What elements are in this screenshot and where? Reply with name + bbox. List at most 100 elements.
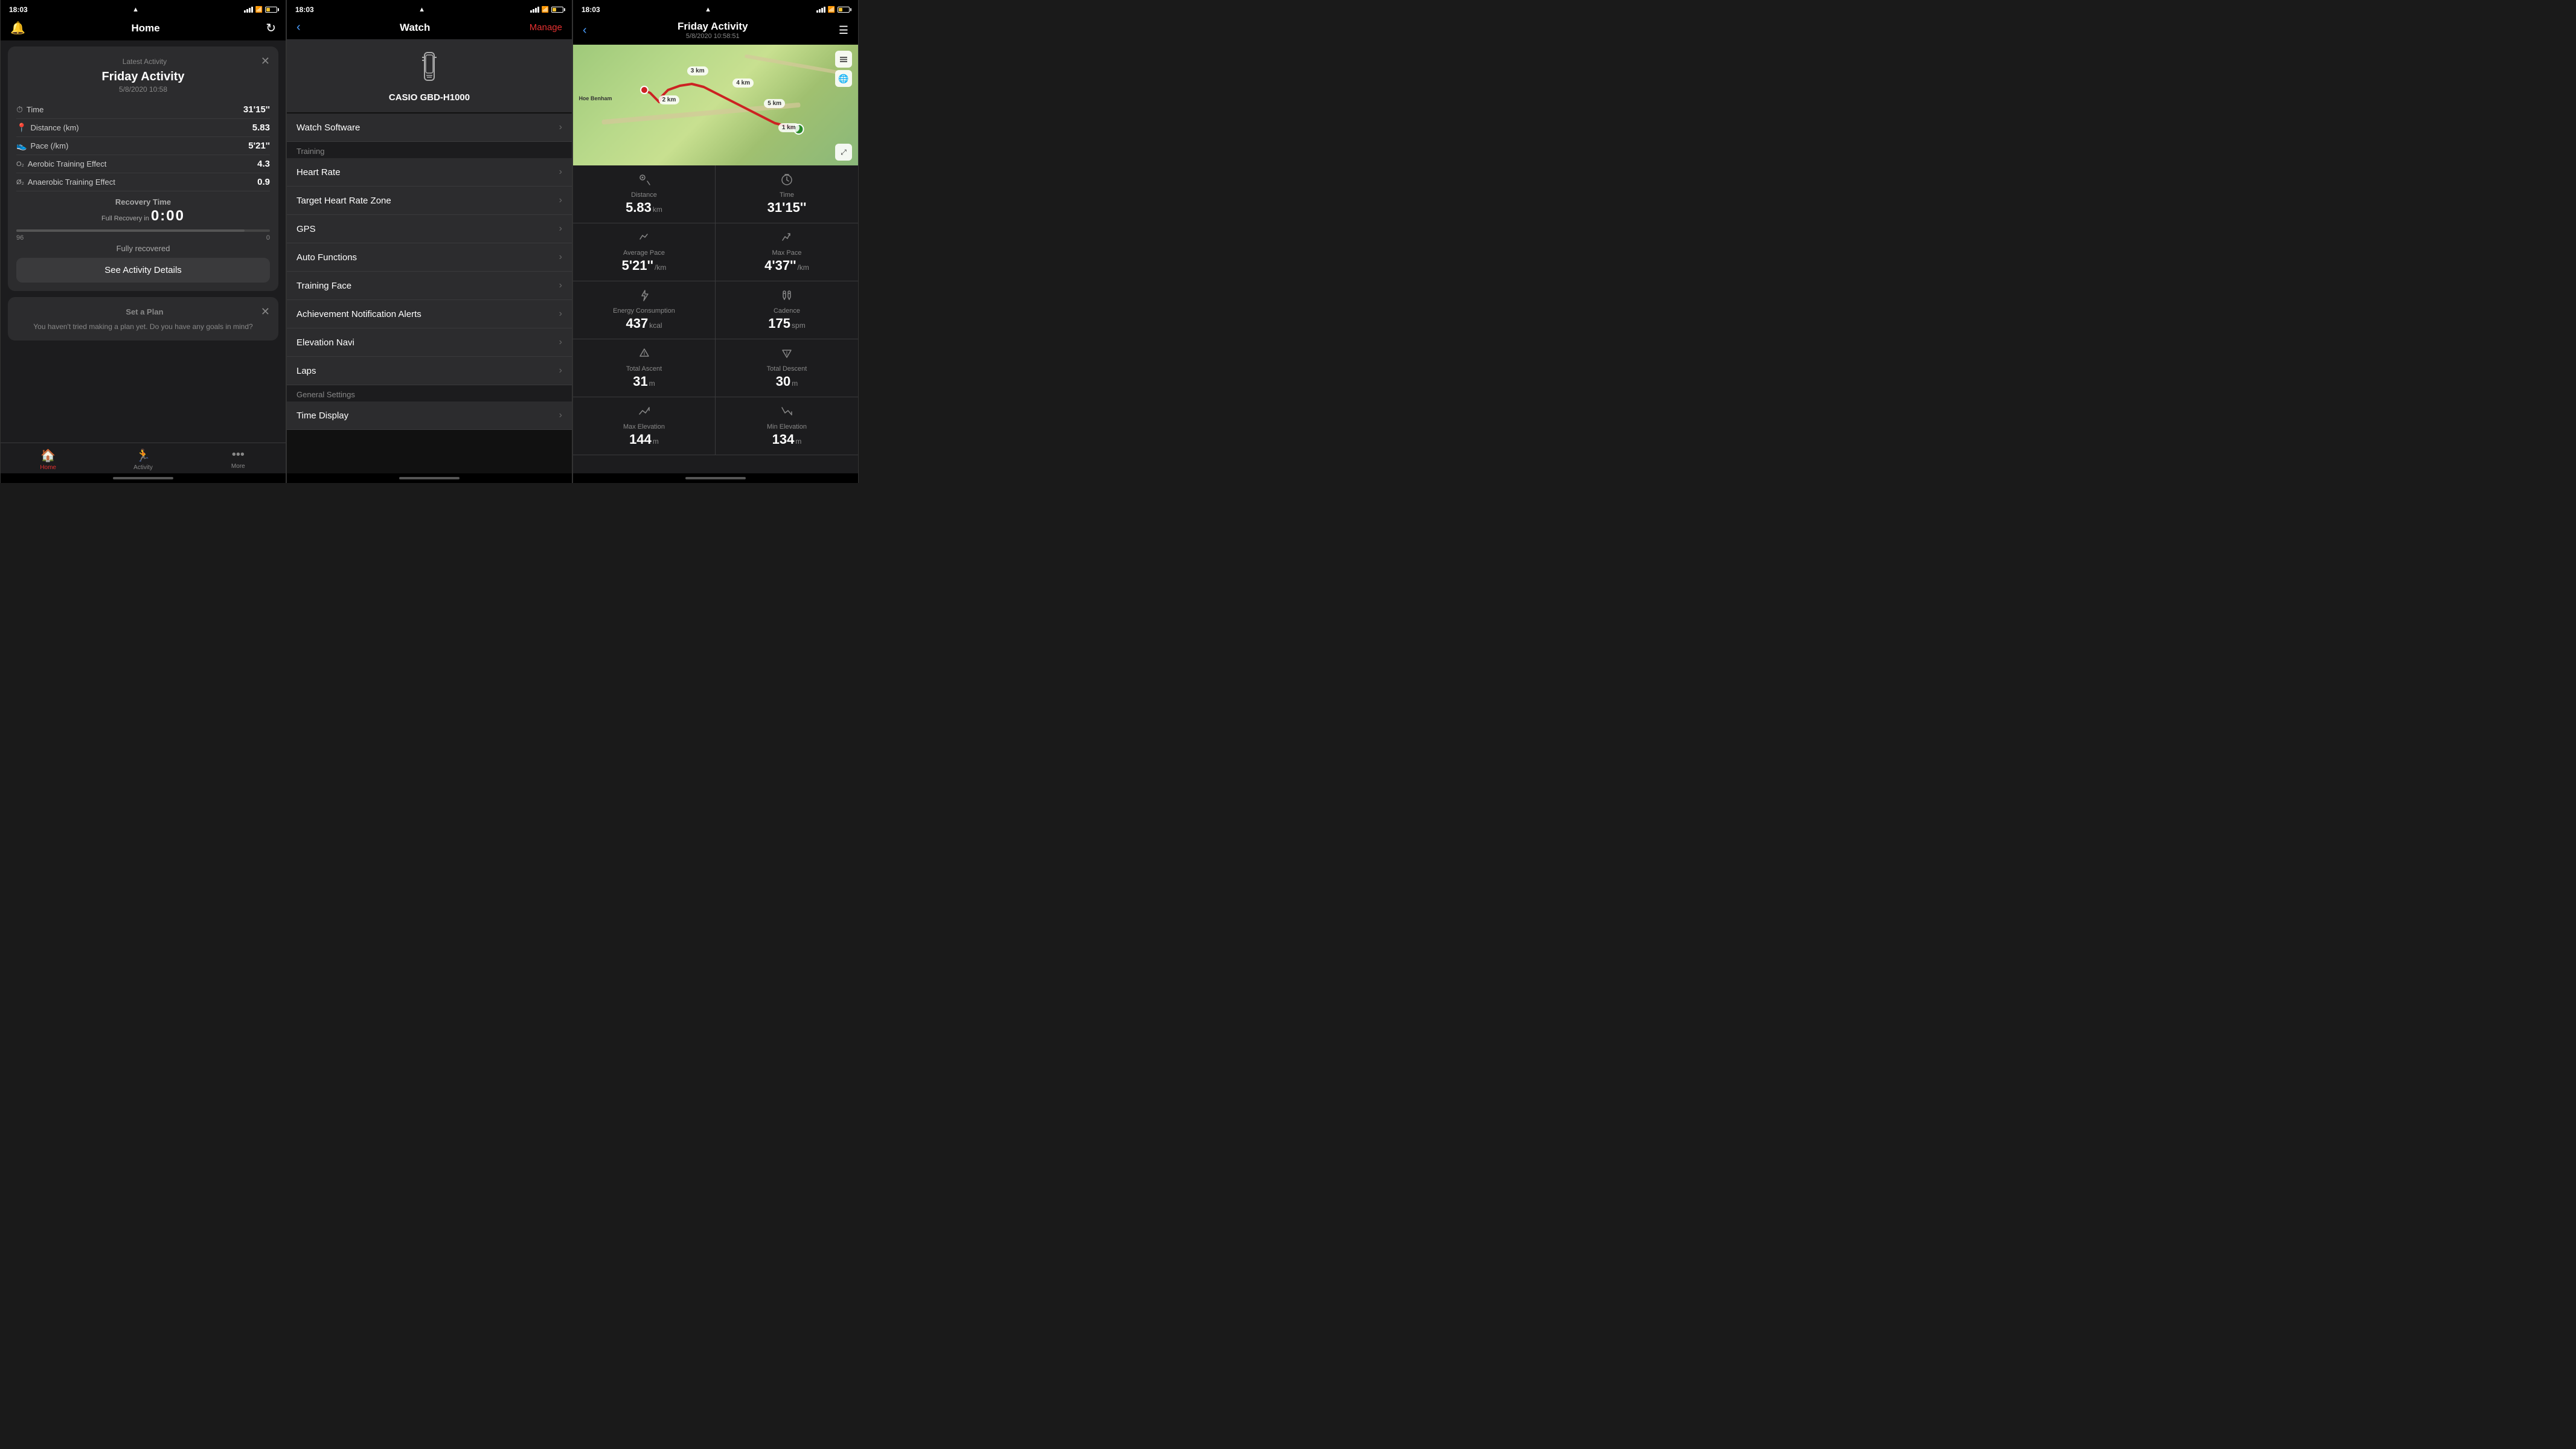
fully-recovered-text: Fully recovered xyxy=(16,244,270,253)
status-icons-2: 📶 xyxy=(530,7,563,13)
signal-bars-1 xyxy=(244,7,253,13)
plan-card-header: Set a Plan ✕ xyxy=(16,305,270,318)
time-cell-icon xyxy=(780,173,793,189)
plan-label: Set a Plan xyxy=(28,307,261,316)
watch-device-icon xyxy=(417,51,441,88)
menu-item-elevation-navi[interactable]: Elevation Navi › xyxy=(287,328,572,357)
stats-row-2: Average Pace 5'21'' /km Max Pace 4'37'' … xyxy=(573,223,858,281)
menu-item-time-display[interactable]: Time Display › xyxy=(287,401,572,430)
stats-row-4: Total Ascent 31 m Total Descent 30 m xyxy=(573,339,858,397)
tab-activity[interactable]: 🏃 Activity xyxy=(95,448,190,471)
menu-label-watch-software: Watch Software xyxy=(296,123,360,133)
chevron-right-icon: › xyxy=(559,122,562,133)
detail-subtitle: 5/8/2020 10:58:51 xyxy=(678,33,748,40)
chevron-right-icon: › xyxy=(559,223,562,234)
plan-card: Set a Plan ✕ You haven't tried making a … xyxy=(8,297,278,341)
km-label-1: 1 km xyxy=(778,123,799,132)
menu-label-target-heart-rate: Target Heart Rate Zone xyxy=(296,196,391,206)
stat-cell-cadence: Cadence 175 spm xyxy=(716,281,858,339)
map-layers-btn[interactable] xyxy=(835,51,852,68)
menu-item-laps[interactable]: Laps › xyxy=(287,357,572,385)
min-elev-cell-icon xyxy=(780,405,793,421)
route-svg xyxy=(573,45,858,165)
energy-cell-icon xyxy=(638,289,651,305)
screens-container: 18:03 ▲ 📶 🔔 Home ↻ xyxy=(0,0,859,483)
detail-title: Friday Activity xyxy=(678,21,748,33)
energy-cell-value: 437 kcal xyxy=(626,316,662,331)
bottom-tab-bar: 🏠 Home 🏃 Activity ••• More xyxy=(1,443,286,473)
stats-row-5: Max Elevation 144 m Min Elevation 134 m xyxy=(573,397,858,455)
map-expand-btn[interactable]: ⤢ xyxy=(835,144,852,161)
chevron-right-icon: › xyxy=(559,410,562,421)
watch-section-general: General Settings xyxy=(287,385,572,401)
see-activity-details-button[interactable]: See Activity Details xyxy=(16,258,270,283)
status-time-3: 18:03 xyxy=(582,5,600,14)
hamburger-menu-icon[interactable]: ☰ xyxy=(839,24,848,37)
watch-title: Watch xyxy=(400,22,430,34)
menu-label-auto-functions: Auto Functions xyxy=(296,252,357,263)
max-elev-cell-icon xyxy=(638,405,651,421)
menu-label-achievement-alerts: Achievement Notification Alerts xyxy=(296,309,421,319)
stat-time-value: 31'15'' xyxy=(243,104,270,115)
time-cell-value: 31'15'' xyxy=(767,200,807,216)
plan-close-btn[interactable]: ✕ xyxy=(261,305,270,318)
bell-icon[interactable]: 🔔 xyxy=(10,21,25,36)
watch-manage-btn[interactable]: Manage xyxy=(530,22,562,33)
tab-more[interactable]: ••• More xyxy=(191,448,286,471)
max-elev-cell-value: 144 m xyxy=(629,432,659,447)
menu-item-heart-rate[interactable]: Heart Rate › xyxy=(287,158,572,187)
activity-close-btn[interactable]: ✕ xyxy=(261,55,270,68)
ascent-cell-label: Total Ascent xyxy=(626,365,662,373)
battery-icon-1 xyxy=(265,7,277,13)
stats-grid: Distance 5.83 km Time 31'15'' xyxy=(573,165,858,473)
km-label-4: 4 km xyxy=(732,78,754,88)
battery-icon-3 xyxy=(838,7,850,13)
stat-aerobic-value: 4.3 xyxy=(257,159,270,169)
activity-name: Friday Activity xyxy=(16,70,270,84)
recovery-label: Recovery Time xyxy=(16,197,270,206)
menu-label-gps: GPS xyxy=(296,224,316,234)
menu-item-auto-functions[interactable]: Auto Functions › xyxy=(287,243,572,272)
detail-back-btn[interactable]: ‹ xyxy=(583,24,587,37)
battery-icon-2 xyxy=(551,7,563,13)
menu-item-watch-software[interactable]: Watch Software › xyxy=(287,114,572,142)
menu-item-gps[interactable]: GPS › xyxy=(287,215,572,243)
stat-anaerobic-label: Anaerobic Training Effect xyxy=(28,178,115,187)
refresh-icon[interactable]: ↻ xyxy=(266,21,276,36)
home-content: Latest Activity ✕ Friday Activity 5/8/20… xyxy=(1,40,286,443)
max-pace-cell-icon xyxy=(780,231,793,247)
map-globe-btn[interactable]: 🌐 xyxy=(835,70,852,87)
km-label-5: 5 km xyxy=(764,99,785,108)
stat-pace-value: 5'21'' xyxy=(248,141,270,151)
map-controls: 🌐 xyxy=(835,51,852,87)
stat-cell-max-pace: Max Pace 4'37'' /km xyxy=(716,223,858,281)
menu-item-training-face[interactable]: Training Face › xyxy=(287,272,572,300)
menu-label-laps: Laps xyxy=(296,366,316,376)
chevron-right-icon: › xyxy=(559,280,562,291)
tab-home[interactable]: 🏠 Home xyxy=(1,448,95,471)
stat-pace-label: Pace (/km) xyxy=(30,141,68,150)
recovery-time: 0:00 xyxy=(151,208,185,224)
stat-anaerobic-value: 0.9 xyxy=(257,177,270,187)
progress-left: 96 xyxy=(16,234,24,242)
home-header: 🔔 Home ↻ xyxy=(1,17,286,40)
descent-cell-label: Total Descent xyxy=(767,365,807,373)
signal-bars-2 xyxy=(530,7,539,13)
watch-header: ‹ Watch Manage xyxy=(287,17,572,39)
watch-back-btn[interactable]: ‹ xyxy=(296,21,301,34)
min-elev-cell-label: Min Elevation xyxy=(767,423,807,430)
location-icon-2: ▲ xyxy=(418,6,425,13)
stats-row-1: Distance 5.83 km Time 31'15'' xyxy=(573,165,858,223)
stat-time-label: Time xyxy=(27,105,43,114)
menu-item-target-heart-rate[interactable]: Target Heart Rate Zone › xyxy=(287,187,572,215)
cadence-cell-label: Cadence xyxy=(774,307,800,315)
menu-item-achievement-alerts[interactable]: Achievement Notification Alerts › xyxy=(287,300,572,328)
distance-icon: 📍 xyxy=(16,123,27,133)
chevron-right-icon: › xyxy=(559,252,562,263)
ascent-cell-icon xyxy=(638,347,651,363)
chevron-right-icon: › xyxy=(559,365,562,376)
km-label-3: 3 km xyxy=(687,66,708,75)
menu-label-time-display: Time Display xyxy=(296,411,348,421)
activity-card: Latest Activity ✕ Friday Activity 5/8/20… xyxy=(8,46,278,291)
screen1-home: 18:03 ▲ 📶 🔔 Home ↻ xyxy=(0,0,286,483)
